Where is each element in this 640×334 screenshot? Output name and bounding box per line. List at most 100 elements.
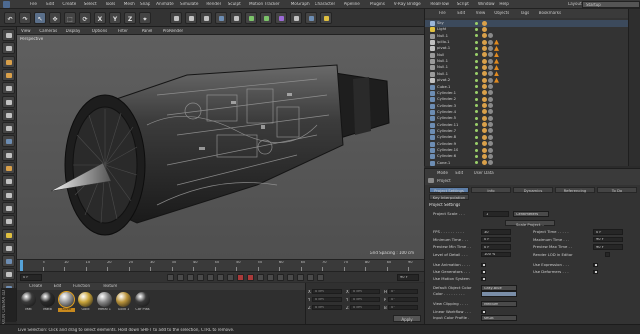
- viewport-menu-prorender[interactable]: ProRender: [163, 29, 184, 33]
- material-tag-icon[interactable]: [488, 103, 493, 109]
- material-tag-icon[interactable]: [488, 71, 493, 77]
- array-icon[interactable]: [260, 12, 272, 24]
- warning-tag-icon[interactable]: [494, 64, 499, 70]
- view-clipping-select[interactable]: Medium: [481, 301, 517, 307]
- material-menu-create[interactable]: Create: [29, 284, 42, 288]
- axis-mode-icon[interactable]: [2, 122, 15, 135]
- menu-select[interactable]: Select: [84, 2, 97, 6]
- visibility-check-icon[interactable]: [475, 154, 478, 158]
- visibility-check-icon[interactable]: [475, 91, 478, 95]
- material-tag-icon[interactable]: [488, 77, 493, 83]
- material-tag-icon[interactable]: [488, 90, 493, 96]
- visibility-check-icon[interactable]: [475, 104, 478, 108]
- visibility-check-icon[interactable]: [475, 46, 478, 50]
- material-tag-icon[interactable]: [482, 33, 487, 39]
- material-tag-icon[interactable]: [482, 134, 487, 140]
- light-bulb-icon[interactable]: [2, 228, 15, 241]
- material-menu-function[interactable]: Function: [73, 284, 90, 288]
- prev-key-icon[interactable]: [177, 274, 184, 281]
- redo-icon[interactable]: ↷: [19, 12, 31, 24]
- material-tag-icon[interactable]: [482, 109, 487, 115]
- visibility-check-icon[interactable]: [475, 65, 478, 69]
- material-tag-icon[interactable]: [482, 90, 487, 96]
- next-frame-icon[interactable]: [207, 274, 214, 281]
- cube-icon[interactable]: [215, 12, 227, 24]
- attribute-value-field[interactable]: 0 F: [593, 229, 623, 235]
- project-scale-unit-select[interactable]: Centimeters: [513, 211, 549, 217]
- menu-edit[interactable]: Edit: [46, 2, 54, 6]
- make-editable-icon[interactable]: [2, 29, 15, 41]
- grid-icon[interactable]: [2, 215, 15, 228]
- camera-icon[interactable]: [305, 12, 317, 24]
- coordinate-rot-field[interactable]: 0°: [388, 297, 418, 302]
- tab-project-settings[interactable]: Project Settings: [429, 187, 469, 193]
- scale-project-button[interactable]: Scale Project...: [505, 220, 555, 227]
- viewport-menu-view[interactable]: View: [21, 29, 31, 33]
- default-object-color-select[interactable]: Gray-Blue: [481, 285, 517, 291]
- attribute-menu-mode[interactable]: Mode: [437, 171, 448, 175]
- visibility-check-icon[interactable]: [475, 148, 478, 152]
- jet-engine-model[interactable]: [17, 35, 424, 259]
- attribute-value-field[interactable]: 100 %: [481, 251, 511, 257]
- timeline-ruler[interactable]: 051015202530354045505560657075808590: [17, 259, 424, 271]
- attribute-menu-user-data[interactable]: User Data: [474, 171, 494, 175]
- warning-tag-icon[interactable]: [494, 52, 499, 58]
- material-tag-icon[interactable]: [488, 147, 493, 153]
- viewport-menu-filter[interactable]: Filter: [118, 29, 128, 33]
- visibility-check-icon[interactable]: [475, 97, 478, 101]
- param-key-icon[interactable]: [297, 274, 304, 281]
- material-swatch[interactable]: Mat: [20, 292, 37, 312]
- menu-sculpt[interactable]: Sculpt: [228, 2, 241, 6]
- material-tag-icon[interactable]: [482, 71, 487, 77]
- go-end-icon[interactable]: [227, 274, 234, 281]
- auto-key-icon[interactable]: [247, 274, 254, 281]
- material-tag-icon[interactable]: [488, 122, 493, 128]
- scale-tool-icon[interactable]: ⬚: [64, 12, 76, 24]
- visibility-check-icon[interactable]: [475, 59, 478, 63]
- material-tag-icon[interactable]: [482, 147, 487, 153]
- z-axis-lock-icon[interactable]: Z: [124, 12, 136, 24]
- warning-tag-icon[interactable]: [494, 77, 499, 83]
- menu-plugins[interactable]: Plugins: [370, 2, 385, 6]
- go-start-icon[interactable]: [167, 274, 174, 281]
- pos-key-icon[interactable]: [267, 274, 274, 281]
- material-tag-icon[interactable]: [488, 134, 493, 140]
- material-tag-icon[interactable]: [488, 39, 493, 45]
- object-menu-tags[interactable]: Tags: [520, 11, 529, 15]
- material-tag-icon[interactable]: [482, 20, 487, 26]
- material-tag-icon[interactable]: [488, 33, 493, 39]
- material-tag-icon[interactable]: [482, 96, 487, 102]
- nurbs-icon[interactable]: [245, 12, 257, 24]
- viewport-menu-cameras[interactable]: Cameras: [39, 29, 57, 33]
- visibility-check-icon[interactable]: [475, 135, 478, 139]
- brush-icon[interactable]: [2, 268, 15, 281]
- menu-snap[interactable]: Snap: [140, 2, 151, 6]
- visibility-check-icon[interactable]: [475, 123, 478, 127]
- object-menu-edit[interactable]: Edit: [457, 11, 465, 15]
- light-icon[interactable]: [320, 12, 332, 24]
- checkbox[interactable]: [593, 269, 598, 274]
- visibility-check-icon[interactable]: [475, 142, 478, 146]
- coordinate-system-icon[interactable]: ⌖: [139, 12, 151, 24]
- material-tag-icon[interactable]: [488, 52, 493, 58]
- object-menu-view[interactable]: View: [476, 11, 486, 15]
- material-tag-icon[interactable]: [482, 128, 487, 134]
- warning-tag-icon[interactable]: [494, 58, 499, 64]
- material-swatch[interactable]: Matb: [39, 292, 56, 312]
- tab-info[interactable]: Info: [471, 187, 511, 193]
- polygons-mode-icon[interactable]: [2, 108, 15, 121]
- menu-realflow[interactable]: RealFlow: [430, 2, 449, 6]
- warning-tag-icon[interactable]: [494, 71, 499, 77]
- material-tag-icon[interactable]: [488, 153, 493, 159]
- material-tag-icon[interactable]: [482, 122, 487, 128]
- menu-animate[interactable]: Animate: [156, 2, 174, 6]
- next-key-icon[interactable]: [217, 274, 224, 281]
- menu-pipeline[interactable]: Pipeline: [344, 2, 360, 6]
- material-tag-icon[interactable]: [482, 45, 487, 51]
- material-tag-icon[interactable]: [482, 115, 487, 121]
- viewport-menu-display[interactable]: Display: [66, 29, 81, 33]
- texture-mode-icon[interactable]: [2, 55, 15, 68]
- sculpt-icon[interactable]: [2, 162, 15, 174]
- workplane-lock-icon[interactable]: [2, 201, 15, 214]
- viewport-menu-panel[interactable]: Panel: [142, 29, 153, 33]
